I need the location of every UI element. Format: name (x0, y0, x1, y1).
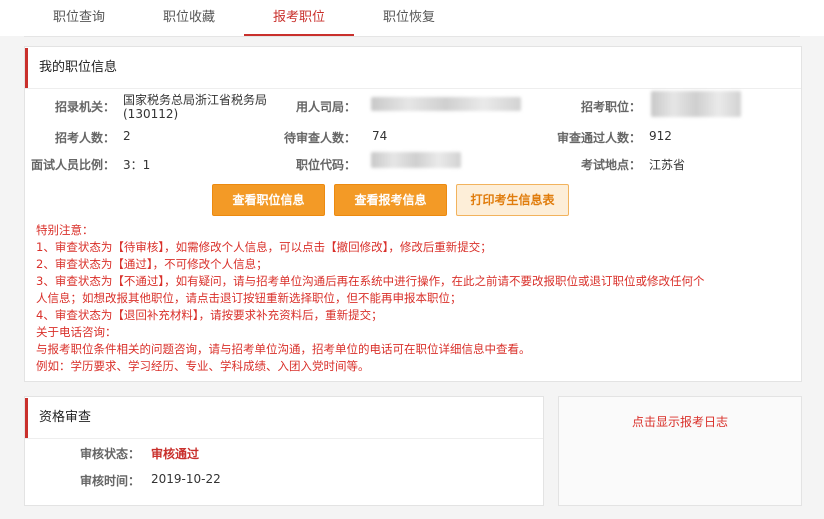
code-redacted (371, 152, 461, 168)
review-title: 资格审查 (25, 398, 91, 438)
position-label: 招考职位： (580, 100, 641, 114)
notice-line: 1、审查状态为【待审核】，如需修改个人信息，可以点击【撤回修改】，修改后重新提交… (36, 240, 492, 254)
employer-redacted (371, 97, 521, 111)
position-info-title: 我的职位信息 (25, 48, 117, 88)
review-status-label: 审核状态： (79, 447, 140, 461)
print-info-button[interactable]: 打印考生信息表 (456, 184, 569, 216)
tab-position-search[interactable]: 职位查询 (24, 0, 134, 34)
tab-applied-position[interactable]: 报考职位 (244, 0, 354, 36)
notice-line: 与报考职位条件相关的问题咨询，请与招考单位沟通，招考单位的电话可在职位详细信息中… (36, 342, 531, 356)
pending-label: 待审查人数： (283, 131, 356, 145)
tab-position-restore[interactable]: 职位恢复 (354, 0, 464, 34)
notice-line: 特别注意： (36, 223, 94, 237)
view-position-button[interactable]: 查看职位信息 (212, 184, 325, 216)
review-time-value: 2019-10-22 (151, 472, 221, 486)
notice-line: 人信息；如想改报其他职位，请点击退订按钮重新选择职位，但不能再申报本职位； (36, 291, 462, 305)
headcount-value: 2 (123, 129, 131, 143)
code-label: 职位代码： (295, 158, 356, 172)
notice-block: 特别注意： 1、审查状态为【待审核】，如需修改个人信息，可以点击【撤回修改】，修… (36, 222, 796, 375)
headcount-label: 招考人数： (54, 131, 115, 145)
passed-value: 912 (649, 129, 672, 143)
tab-divider (24, 36, 800, 37)
exam-site-label: 考试地点： (580, 158, 641, 172)
review-status-value: 审核通过 (151, 447, 200, 461)
tab-position-favorites[interactable]: 职位收藏 (134, 0, 244, 34)
show-log-link[interactable]: 点击显示报考日志 (559, 413, 801, 430)
log-panel: 点击显示报考日志 (558, 396, 802, 506)
divider (25, 88, 801, 89)
recruit-org-value: 国家税务总局浙江省税务局 (123, 93, 268, 107)
notice-line: 关于电话咨询： (36, 325, 117, 339)
pending-value: 74 (372, 129, 388, 143)
notice-line: 例如：学历要求、学习经历、专业、学科成绩、入团入党时间等。 (36, 359, 370, 373)
ratio-value: 3：1 (123, 158, 151, 172)
position-redacted (651, 91, 741, 117)
recruit-org-label: 招录机关： (54, 100, 115, 114)
exam-site-value: 江苏省 (649, 158, 686, 172)
divider (25, 438, 543, 439)
notice-line: 4、审查状态为【退回补充材料】，请按要求补充资料后，重新提交； (36, 308, 383, 322)
tab-bar: 职位查询 职位收藏 报考职位 职位恢复 (0, 0, 824, 36)
view-application-button[interactable]: 查看报考信息 (334, 184, 447, 216)
review-time-label: 审核时间： (79, 474, 140, 488)
notice-line: 2、审查状态为【通过】，不可修改个人信息； (36, 257, 268, 271)
review-panel: 资格审查 审核状态： 审核通过 审核时间： 2019-10-22 (24, 396, 544, 506)
notice-line: 3、审查状态为【不通过】，如有疑问，请与招考单位沟通后再在系统中进行操作，在此之… (36, 274, 705, 288)
employer-label: 用人司局： (295, 100, 356, 114)
recruit-org-code: (130112) (123, 107, 179, 121)
ratio-label: 面试人员比例： (30, 158, 115, 172)
passed-label: 审查通过人数： (556, 131, 641, 145)
